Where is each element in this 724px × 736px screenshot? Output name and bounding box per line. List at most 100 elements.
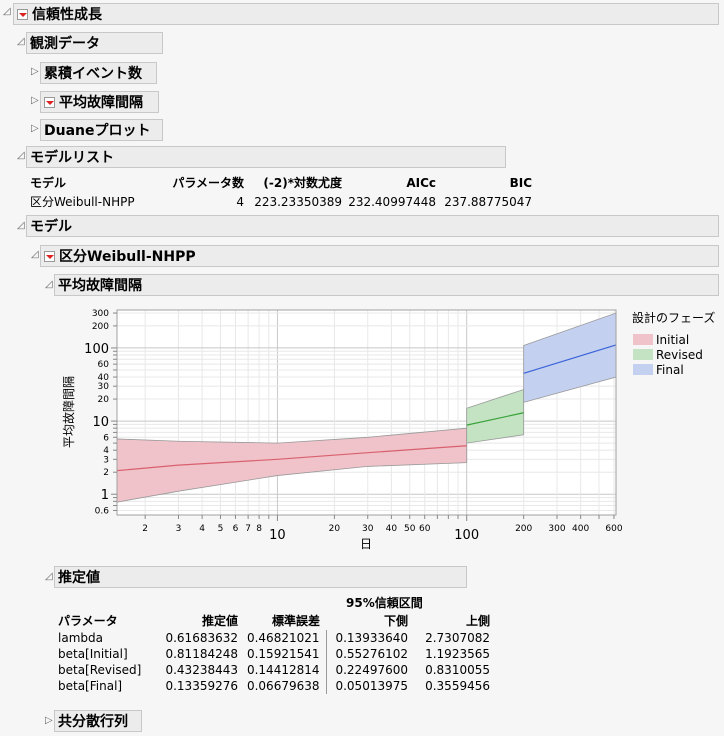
cell: 0.06679638 — [238, 678, 327, 694]
estimates-title: 推定値 — [58, 570, 100, 586]
y-tick-label: 10 — [92, 415, 109, 430]
cell: 0.81184248 — [165, 647, 238, 661]
cell: beta[Initial] — [58, 647, 128, 661]
model-list-table: モデル パラメータ数 (-2)*対数尤度 AICc BIC 区分Weibull-… — [30, 173, 532, 211]
red-triangle-menu-icon[interactable] — [44, 250, 55, 262]
col-header: モデル — [30, 176, 67, 190]
covariance-header[interactable]: 共分散行列 — [54, 710, 142, 732]
report-header[interactable]: 信頼性成長 — [13, 3, 719, 25]
table-row: beta[Initial] 0.81184248 0.15921541 0.55276… — [58, 646, 490, 662]
x-tick-label: 3 — [176, 524, 182, 534]
cell: beta[Final] — [58, 679, 123, 693]
y-tick-label: 1 — [101, 488, 109, 503]
legend-swatch-final — [633, 364, 653, 375]
models-title: モデル — [30, 219, 72, 235]
estimates-header[interactable]: 推定値 — [54, 566, 467, 588]
model-header[interactable]: 区分Weibull-NHPP — [40, 245, 719, 267]
col-header: 上側 — [465, 614, 490, 628]
mtbf-title: 平均故障間隔 — [58, 278, 142, 294]
x-tick-label: 10 — [269, 528, 286, 543]
x-tick-label: 60 — [419, 524, 431, 534]
red-triangle-menu-icon[interactable] — [17, 8, 28, 20]
x-tick-label: 8 — [256, 524, 262, 534]
col-header: AICc — [406, 175, 436, 190]
col-header: 標準誤差 — [271, 614, 320, 628]
col-header: パラメータ — [58, 614, 118, 628]
col-header: BIC — [509, 175, 532, 190]
cell: 0.46821021 — [238, 630, 327, 646]
y-tick-label: 4 — [103, 446, 109, 456]
cell: 4 — [236, 194, 244, 209]
model-name-title: 区分Weibull-NHPP — [59, 249, 196, 265]
x-tick-label: 5 — [218, 524, 224, 534]
model-list-header[interactable]: モデルリスト — [26, 146, 506, 168]
report-title: 信頼性成長 — [32, 7, 102, 23]
x-tick-label: 40 — [386, 524, 398, 534]
cumulative-events-title: 累積イベント数 — [44, 66, 142, 82]
cell: 0.22497600 — [335, 663, 408, 677]
y-tick-label: 20 — [98, 395, 110, 405]
cell: 0.55276102 — [335, 647, 408, 661]
observed-data-title: 観測データ — [30, 36, 100, 52]
cell: lambda — [58, 631, 103, 645]
cell: 223.23350389 — [254, 194, 342, 209]
cell: 0.43238443 — [165, 663, 238, 677]
col-header: パラメータ数 — [172, 176, 244, 190]
collapse-icon[interactable]: ◿ — [3, 6, 13, 17]
col-header: 下側 — [383, 614, 408, 628]
model-list-title: モデルリスト — [30, 150, 114, 166]
models-header[interactable]: モデル — [26, 215, 719, 237]
cell: 0.61683632 — [165, 631, 238, 645]
x-axis: 2 3 4 5 6 7 8 20 30 40 50 60 200 300 400 600 10 100 — [142, 515, 623, 543]
table-row: 区分Weibull-NHPP 4 223.23350389 232.409974… — [30, 192, 532, 211]
ci-header: 95%信頼区間 — [346, 596, 423, 610]
col-header: 推定値 — [201, 614, 238, 628]
x-tick-label: 600 — [605, 524, 622, 534]
x-tick-label: 7 — [245, 524, 251, 534]
cell: 0.8310055 — [425, 663, 490, 677]
cell: 2.7307082 — [425, 631, 490, 645]
y-axis: 0.6 2 34 6 20 3040 60 200 300 1 10 100 — [84, 309, 117, 516]
col-header: (-2)*対数尤度 — [263, 176, 342, 190]
cell: 0.13359276 — [165, 679, 238, 693]
y-tick-label: 0.6 — [95, 506, 110, 516]
legend-label-initial: Initial — [656, 333, 689, 347]
legend-swatch-revised — [633, 349, 653, 360]
table-row: lambda 0.61683632 0.46821021 0.13933640 2.73… — [58, 630, 490, 646]
y-tick-label: 60 — [98, 360, 110, 370]
cell: 0.3559456 — [425, 679, 490, 693]
legend-title: 設計のフェーズ — [632, 310, 715, 325]
mtbf-header[interactable]: 平均故障間隔 — [54, 274, 719, 296]
y-tick-label: 30 — [98, 382, 110, 392]
x-tick-label: 4 — [199, 524, 205, 534]
y-tick-label: 6 — [103, 433, 109, 443]
mtbf-observed-header[interactable]: 平均故障間隔 — [40, 91, 159, 113]
x-tick-label: 100 — [454, 528, 479, 543]
cell: 0.05013975 — [335, 679, 408, 693]
y-axis-label: 平均故障間隔 — [61, 376, 76, 448]
x-tick-label: 50 — [404, 524, 416, 534]
cell: 0.13933640 — [335, 631, 408, 645]
cell: 237.88775047 — [444, 194, 532, 209]
duane-plot-header[interactable]: Duaneプロット — [40, 119, 163, 141]
cell: 区分Weibull-NHPP — [30, 195, 135, 209]
red-triangle-menu-icon[interactable] — [44, 96, 55, 108]
x-tick-label: 400 — [572, 524, 589, 534]
y-tick-label: 40 — [98, 373, 110, 383]
legend-label-revised: Revised — [656, 348, 703, 362]
x-tick-label: 20 — [329, 524, 341, 534]
cell: 0.14412814 — [238, 662, 327, 678]
legend-swatch-initial — [633, 334, 653, 345]
cumulative-events-header[interactable]: 累積イベント数 — [40, 62, 157, 84]
duane-plot-title: Duaneプロット — [44, 123, 151, 139]
y-tick-label: 3 — [103, 455, 109, 465]
x-tick-label: 30 — [362, 524, 374, 534]
x-tick-label: 300 — [548, 524, 565, 534]
mtbf-observed-title: 平均故障間隔 — [59, 95, 143, 111]
legend: 設計のフェーズ InitialRevisedFinal — [632, 310, 715, 377]
x-tick-label: 200 — [515, 524, 532, 534]
y-tick-label: 200 — [92, 322, 109, 332]
legend-label-final: Final — [656, 363, 684, 377]
cell: 0.15921541 — [238, 646, 327, 662]
observed-data-header[interactable]: 観測データ — [26, 32, 163, 54]
